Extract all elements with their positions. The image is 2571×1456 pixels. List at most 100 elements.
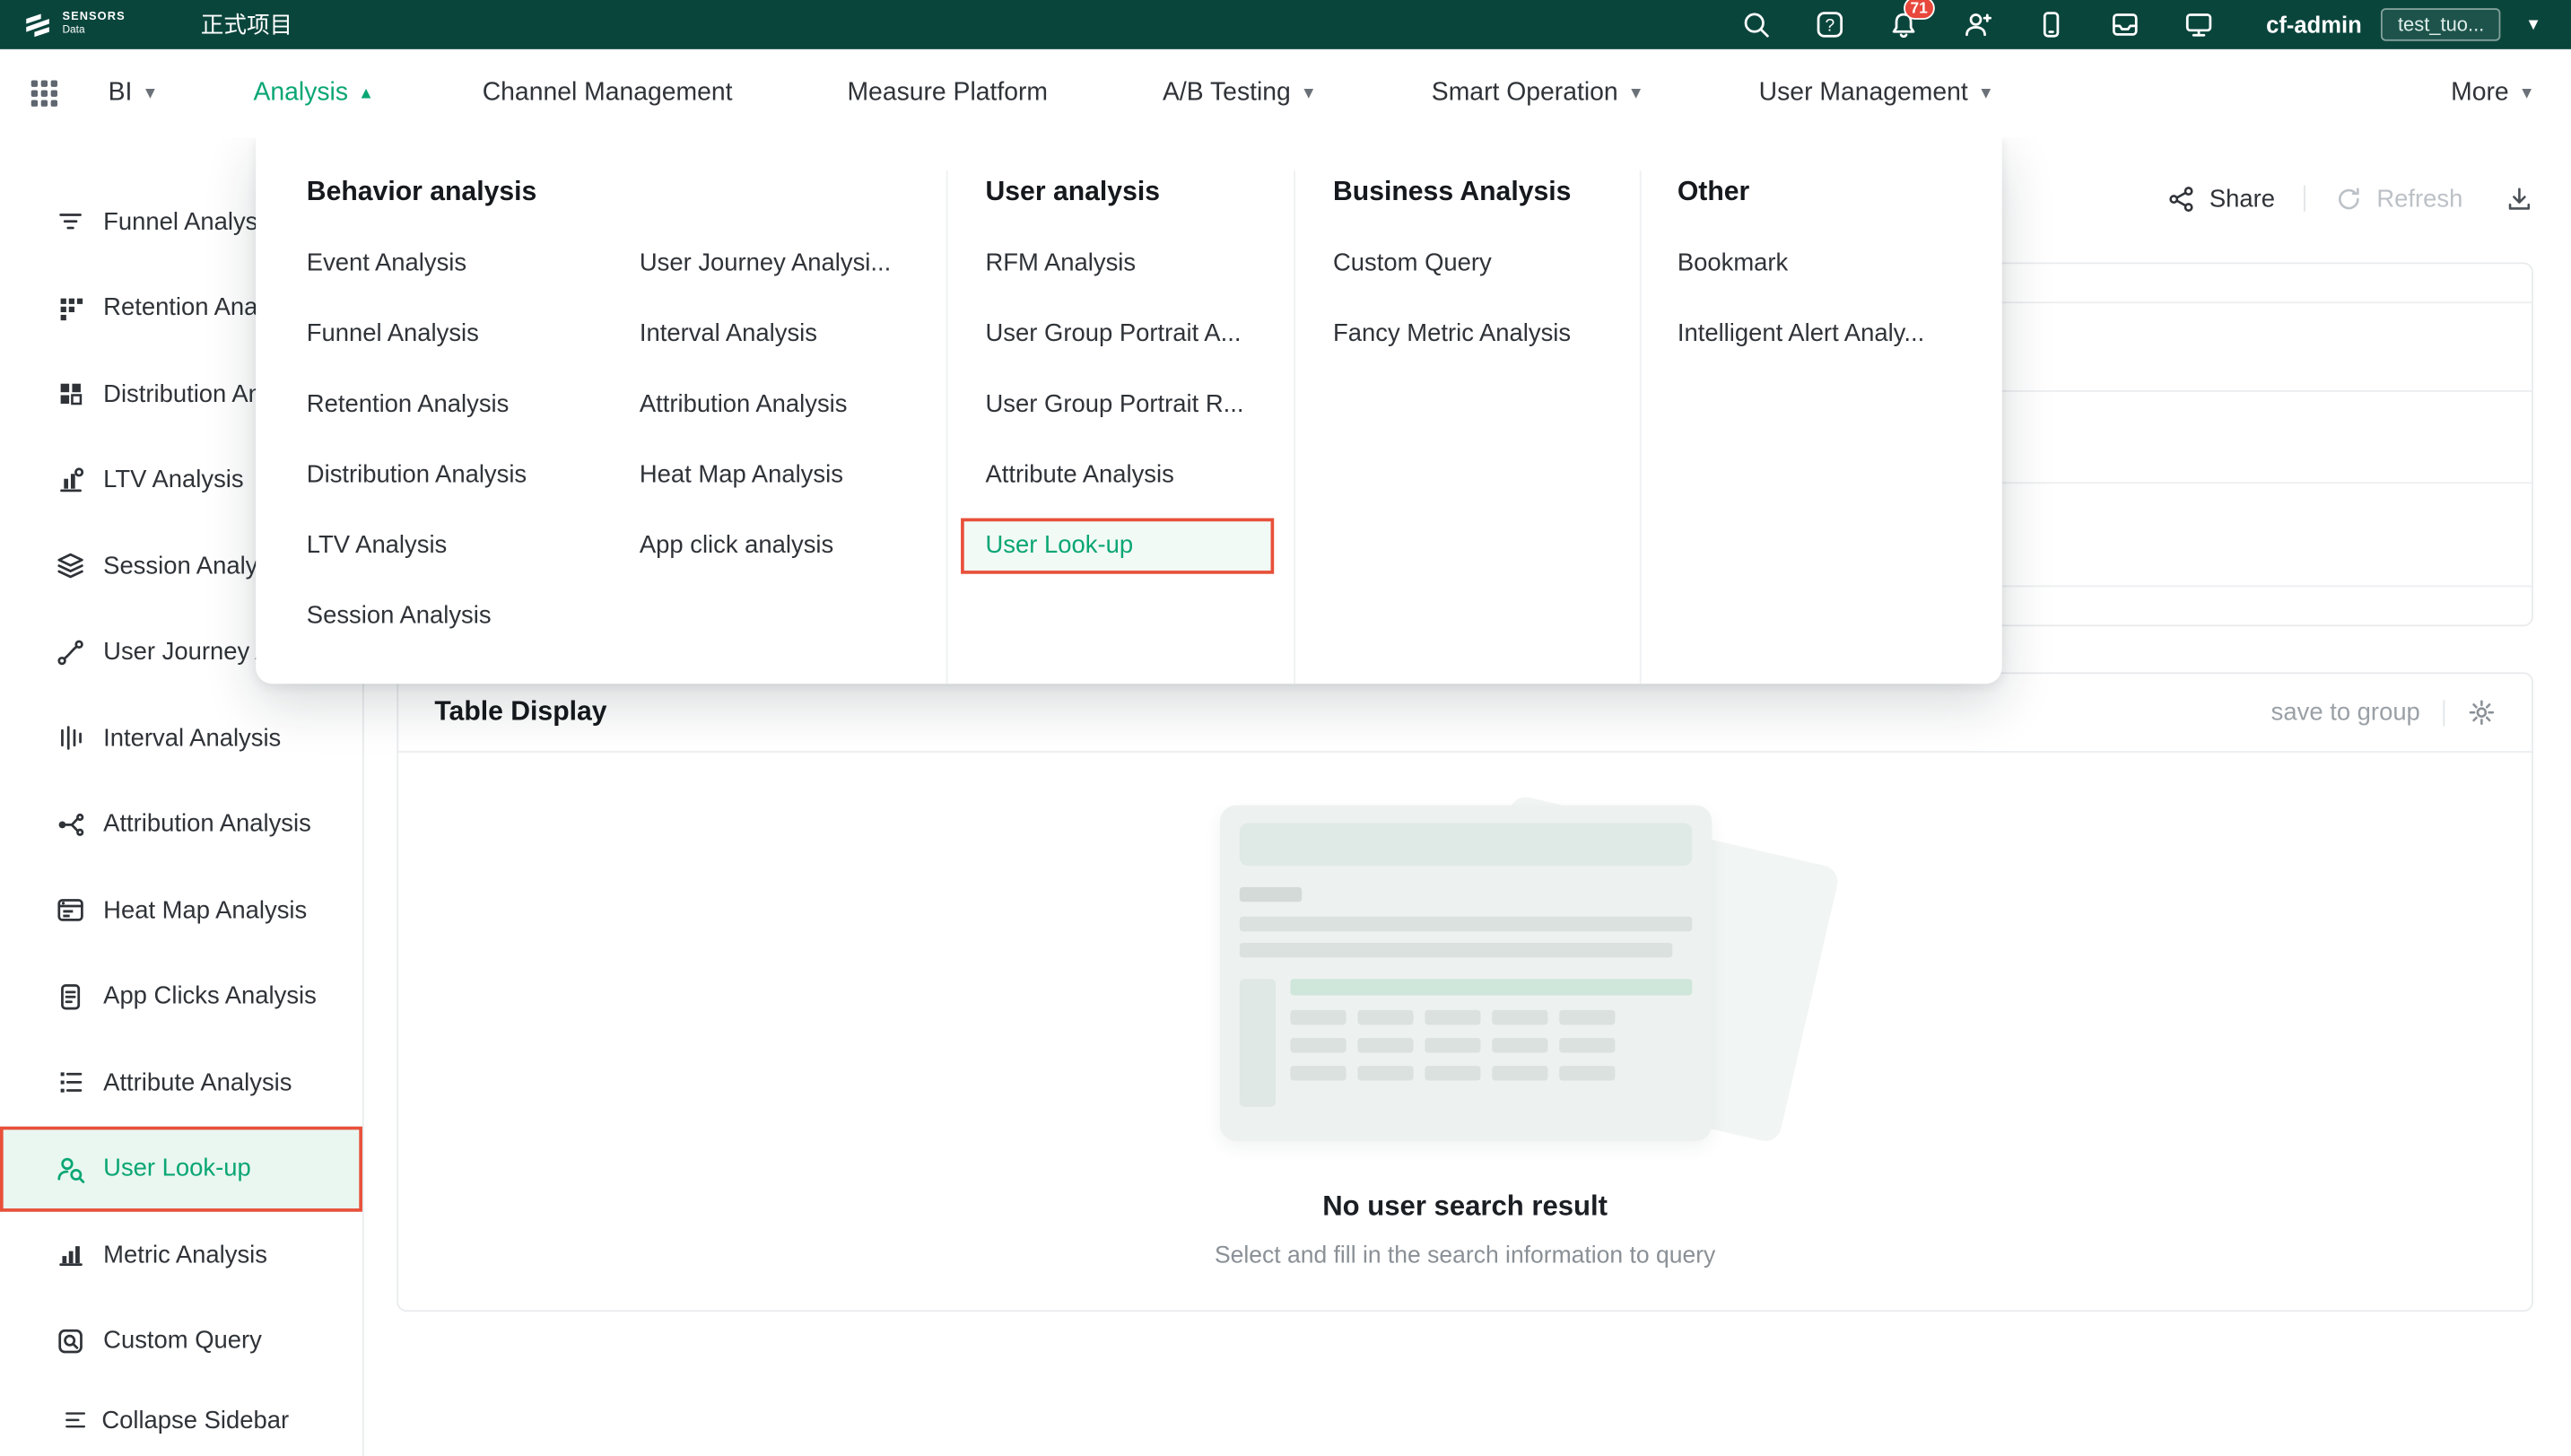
menu-section-title: Behavior analysis (307, 177, 946, 208)
sidebar-item-app-clicks-analysis[interactable]: App Clicks Analysis (0, 954, 362, 1040)
nav-item-analysis[interactable]: Analysis▲ (254, 79, 375, 109)
menu-item-heat-map-analysis[interactable]: Heat Map Analysis (640, 440, 891, 510)
user-lookup-icon (56, 1154, 85, 1183)
nav-item-ab-testing[interactable]: A/B Testing▼ (1163, 79, 1317, 109)
menu-item-fancy-metric-analysis[interactable]: Fancy Metric Analysis (1333, 299, 1640, 370)
menu-item-custom-query[interactable]: Custom Query (1333, 228, 1640, 299)
collapse-sidebar-button[interactable]: Collapse Sidebar (0, 1384, 362, 1456)
menu-item-retention-analysis[interactable]: Retention Analysis (307, 369, 640, 440)
session-icon (56, 552, 85, 581)
help-icon[interactable]: ? (1815, 10, 1844, 39)
empty-state: No user search result Select and fill in… (398, 753, 2532, 1269)
sidebar-item-metric-analysis[interactable]: Metric Analysis (0, 1212, 362, 1298)
menu-item-bookmark[interactable]: Bookmark (1678, 228, 2002, 299)
app-clicks-icon (56, 981, 85, 1011)
menu-item-user-group-portrait-r[interactable]: User Group Portrait R... (986, 369, 1294, 440)
menu-section-title: Other (1678, 177, 2002, 208)
user-journey-icon (56, 638, 85, 667)
refresh-button[interactable]: Refresh (2336, 185, 2463, 213)
retention-icon (56, 293, 85, 323)
settings-button[interactable] (2468, 699, 2496, 727)
menu-item-intelligent-alert-analysis[interactable]: Intelligent Alert Analy... (1678, 299, 2002, 370)
topbar: SENSORS Data 正式项目 ? 71 (0, 0, 2571, 49)
member-icon[interactable] (1963, 10, 1992, 39)
menu-item-rfm-analysis[interactable]: RFM Analysis (986, 228, 1294, 299)
menu-item-session-analysis[interactable]: Session Analysis (307, 580, 640, 651)
menu-item-funnel-analysis[interactable]: Funnel Analysis (307, 299, 640, 370)
apps-grid-icon[interactable] (30, 79, 59, 109)
sidebar-item-attribution-analysis[interactable]: Attribution Analysis (0, 781, 362, 867)
menu-item-interval-analysis[interactable]: Interval Analysis (640, 299, 891, 370)
app-window: SENSORS Data 正式项目 ? 71 (0, 0, 2571, 1456)
nav-item-channel-management[interactable]: Channel Management (483, 79, 733, 109)
svg-text:?: ? (1826, 17, 1835, 36)
menu-item-user-journey-analysis[interactable]: User Journey Analysi... (640, 228, 891, 299)
menu-item-event-analysis[interactable]: Event Analysis (307, 228, 640, 299)
topbar-actions: ? 71 (1741, 10, 2213, 39)
sidebar-item-custom-query[interactable]: Custom Query (0, 1298, 362, 1384)
menu-item-attribution-analysis[interactable]: Attribution Analysis (640, 369, 891, 440)
table-display-header: Table Display save to group (398, 674, 2532, 753)
menu-item-user-look-up[interactable]: User Look-up (986, 510, 1294, 580)
distribution-icon (56, 379, 85, 409)
menu-item-ltv-analysis[interactable]: LTV Analysis (307, 510, 640, 580)
bell-icon[interactable]: 71 (1889, 10, 1919, 39)
menu-section-behavior-analysis: Behavior analysis Event Analysis Funnel … (256, 170, 947, 684)
inbox-icon[interactable] (2110, 10, 2140, 39)
header-divider (2443, 700, 2445, 726)
main-nav: BI▼ Analysis▲ Channel Management Measure… (0, 49, 2571, 138)
sidebar-item-heat-map-analysis[interactable]: Heat Map Analysis (0, 867, 362, 954)
nav-item-user-management[interactable]: User Management▼ (1759, 79, 1994, 109)
heatmap-icon (56, 895, 85, 925)
panel-title: Table Display (434, 697, 606, 728)
attribute-icon (56, 1068, 85, 1097)
project-switcher[interactable]: 正式项目 (201, 8, 292, 41)
refresh-icon (2336, 185, 2364, 213)
mobile-icon[interactable] (2036, 10, 2066, 39)
nav-item-more[interactable]: More▼ (2451, 79, 2535, 109)
nav-item-bi[interactable]: BI▼ (109, 79, 159, 109)
brand-text: SENSORS Data (62, 12, 125, 37)
notification-badge: 71 (1904, 0, 1934, 20)
chevron-down-icon: ▼ (142, 84, 158, 102)
menu-item-app-click-analysis[interactable]: App click analysis (640, 510, 891, 580)
chevron-up-icon: ▲ (358, 84, 374, 102)
menu-section-user-analysis: User analysis RFM Analysis User Group Po… (947, 170, 1294, 684)
menu-item-attribute-analysis[interactable]: Attribute Analysis (986, 440, 1294, 510)
username[interactable]: cf-admin (2266, 12, 2362, 38)
nav-item-smart-operation[interactable]: Smart Operation▼ (1432, 79, 1644, 109)
menu-item-distribution-analysis[interactable]: Distribution Analysis (307, 440, 640, 510)
sidebar-item-attribute-analysis[interactable]: Attribute Analysis (0, 1040, 362, 1126)
interval-icon (56, 724, 85, 754)
search-icon[interactable] (1741, 10, 1771, 39)
sidebar-item-user-look-up[interactable]: User Look-up (0, 1126, 362, 1212)
chevron-down-icon: ▼ (1628, 84, 1644, 102)
chevron-down-icon: ▼ (2519, 84, 2535, 102)
menu-item-user-group-portrait-a[interactable]: User Group Portrait A... (986, 299, 1294, 370)
empty-state-title: No user search result (1322, 1190, 1608, 1224)
sidebar-item-interval-analysis[interactable]: Interval Analysis (0, 695, 362, 781)
chevron-down-icon: ▼ (1301, 84, 1317, 102)
empty-state-subtitle: Select and fill in the search informatio… (1215, 1242, 1715, 1269)
metric-icon (56, 1240, 85, 1269)
ltv-icon (56, 466, 85, 495)
illustration-main-card (1219, 805, 1711, 1141)
share-button[interactable]: Share (2168, 185, 2275, 213)
table-display-panel: Table Display save to group (397, 672, 2533, 1312)
gear-icon (2468, 699, 2496, 727)
account-tag[interactable]: test_tuo... (2382, 8, 2501, 41)
page-toolbar: Share Refresh (2168, 170, 2533, 226)
nav-item-measure-platform[interactable]: Measure Platform (847, 79, 1048, 109)
analysis-mega-menu: Behavior analysis Event Analysis Funnel … (256, 138, 2002, 684)
save-to-group-button[interactable]: save to group (2271, 699, 2420, 727)
highlighted-menu-item[interactable]: User Look-up (961, 518, 1274, 573)
download-icon (2506, 185, 2533, 213)
monitor-icon[interactable] (2184, 10, 2214, 39)
attribution-icon (56, 809, 85, 839)
empty-state-illustration (1219, 805, 1711, 1141)
custom-query-icon (56, 1326, 85, 1356)
chevron-down-icon[interactable]: ▼ (2525, 15, 2541, 33)
download-button[interactable] (2506, 185, 2533, 213)
share-icon (2168, 185, 2196, 213)
chevron-down-icon: ▼ (1978, 84, 1994, 102)
